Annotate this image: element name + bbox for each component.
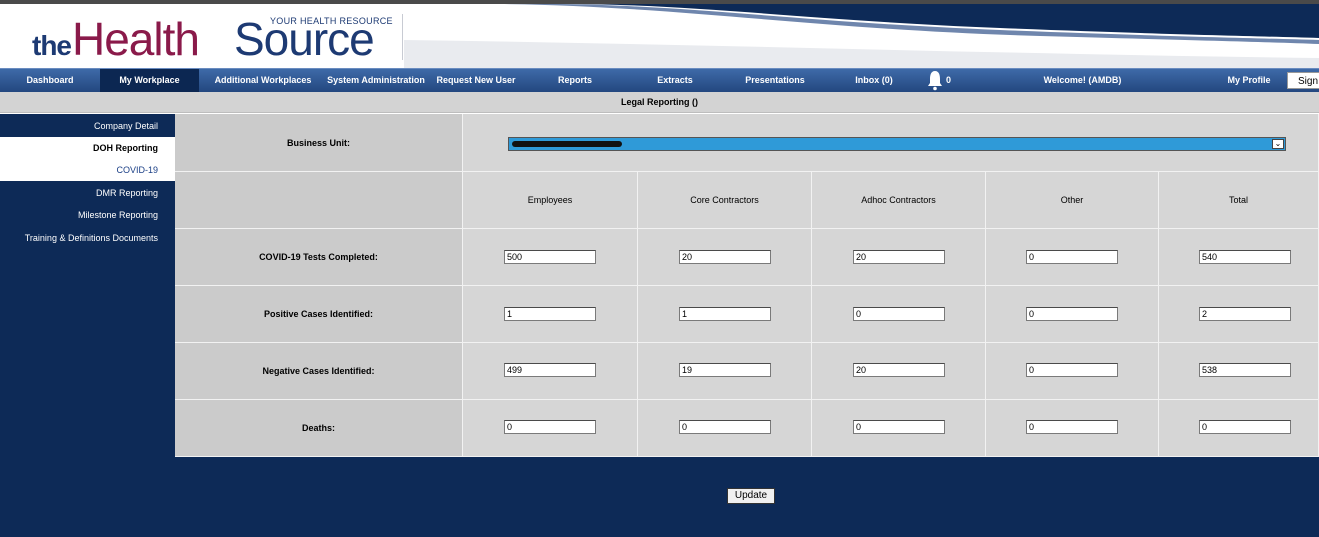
column-header-employees: Employees xyxy=(463,172,638,229)
positive-adhoc-contractors-input[interactable] xyxy=(853,307,945,321)
column-header-adhoc-contractors: Adhoc Contractors xyxy=(812,172,986,229)
positive-core-contractors-input[interactable] xyxy=(679,307,771,321)
business-unit-label: Business Unit: xyxy=(286,137,350,148)
data-cell xyxy=(463,229,638,286)
sidebar-item-covid-19[interactable]: COVID-19 xyxy=(0,159,175,181)
deaths-other-input[interactable] xyxy=(1026,420,1118,434)
data-cell xyxy=(1159,286,1319,343)
logo-prefix: the xyxy=(32,30,72,61)
deaths-total-input[interactable] xyxy=(1199,420,1291,434)
nav-presentations[interactable]: Presentations xyxy=(735,69,815,92)
tests-other-input[interactable] xyxy=(1026,250,1118,264)
data-cell xyxy=(638,286,812,343)
nav-dashboard[interactable]: Dashboard xyxy=(0,69,100,92)
nav-my-workplace[interactable]: My Workplace xyxy=(100,69,199,92)
negative-employees-input[interactable] xyxy=(504,363,596,377)
sidebar-item-dmr-reporting[interactable]: DMR Reporting xyxy=(0,182,175,204)
deaths-adhoc-contractors-input[interactable] xyxy=(853,420,945,434)
positive-total-input[interactable] xyxy=(1199,307,1291,321)
data-cell xyxy=(638,229,812,286)
data-cell xyxy=(463,400,638,457)
business-unit-select[interactable]: ⌄ xyxy=(508,137,1286,151)
logo-divider xyxy=(402,14,403,60)
row-label-deaths: Deaths: xyxy=(175,400,463,457)
deaths-employees-input[interactable] xyxy=(504,420,596,434)
sidebar: Company Detail DOH Reporting COVID-19 DM… xyxy=(0,114,175,537)
data-cell xyxy=(812,286,986,343)
nav-reports[interactable]: Reports xyxy=(540,69,610,92)
negative-total-input[interactable] xyxy=(1199,363,1291,377)
nav-additional-workplaces[interactable]: Additional Workplaces xyxy=(207,69,319,92)
logo[interactable]: the Health Source YOUR HEALTH RESOURCE xyxy=(8,8,404,66)
page-title: Legal Reporting () xyxy=(0,92,1319,113)
business-unit-label-cell: Business Unit: xyxy=(175,114,463,172)
tests-total-input[interactable] xyxy=(1199,250,1291,264)
notification-count: 0 xyxy=(946,75,952,85)
site-header: the Health Source YOUR HEALTH RESOURCE xyxy=(0,0,1319,68)
column-header-total: Total xyxy=(1159,172,1319,229)
deaths-core-contractors-input[interactable] xyxy=(679,420,771,434)
negative-adhoc-contractors-input[interactable] xyxy=(853,363,945,377)
nav-inbox[interactable]: Inbox (0) xyxy=(843,69,905,92)
data-cell xyxy=(986,400,1159,457)
form-footer: Update xyxy=(175,457,1319,537)
data-cell xyxy=(986,286,1159,343)
welcome-user: Welcome! (AMDB) xyxy=(1043,75,1122,85)
data-cell xyxy=(986,229,1159,286)
data-cell xyxy=(812,343,986,400)
sidebar-item-company-detail[interactable]: Company Detail xyxy=(0,115,175,137)
positive-other-input[interactable] xyxy=(1026,307,1118,321)
chevron-down-icon[interactable]: ⌄ xyxy=(1272,139,1284,149)
row-label-positive-cases: Positive Cases Identified: xyxy=(175,286,463,343)
column-header-other: Other xyxy=(986,172,1159,229)
header-empty-cell xyxy=(175,172,463,229)
tests-core-contractors-input[interactable] xyxy=(679,250,771,264)
logo-tagline: YOUR HEALTH RESOURCE xyxy=(270,16,393,26)
logo-word-health: Health xyxy=(72,13,200,65)
column-header-core-contractors: Core Contractors xyxy=(638,172,812,229)
nav-extracts[interactable]: Extracts xyxy=(640,69,710,92)
sidebar-item-doh-reporting[interactable]: DOH Reporting xyxy=(0,137,175,159)
data-cell xyxy=(463,286,638,343)
data-cell xyxy=(638,343,812,400)
data-cell xyxy=(1159,343,1319,400)
sign-out-button[interactable]: Sign xyxy=(1287,72,1319,89)
sidebar-item-training-definitions[interactable]: Training & Definitions Documents xyxy=(0,227,175,249)
data-cell xyxy=(812,229,986,286)
row-label-tests-completed: COVID-19 Tests Completed: xyxy=(175,229,463,286)
negative-other-input[interactable] xyxy=(1026,363,1118,377)
data-cell xyxy=(638,400,812,457)
reporting-form: Business Unit: ⌄ Employees Core Contract… xyxy=(175,114,1319,537)
positive-employees-input[interactable] xyxy=(504,307,596,321)
update-button[interactable]: Update xyxy=(727,488,775,504)
sidebar-item-milestone-reporting[interactable]: Milestone Reporting xyxy=(0,204,175,226)
main-navigation: Dashboard My Workplace Additional Workpl… xyxy=(0,68,1319,92)
negative-core-contractors-input[interactable] xyxy=(679,363,771,377)
nav-system-administration[interactable]: System Administration xyxy=(322,69,430,92)
data-cell xyxy=(986,343,1159,400)
data-cell xyxy=(463,343,638,400)
row-label-negative-cases: Negative Cases Identified: xyxy=(175,343,463,400)
app-window: the Health Source YOUR HEALTH RESOURCE D… xyxy=(0,0,1319,537)
nav-request-new-user[interactable]: Request New User xyxy=(430,69,522,92)
data-cell xyxy=(812,400,986,457)
bell-icon[interactable] xyxy=(925,69,945,92)
data-cell xyxy=(1159,400,1319,457)
data-cell xyxy=(1159,229,1319,286)
tests-adhoc-contractors-input[interactable] xyxy=(853,250,945,264)
tests-employees-input[interactable] xyxy=(504,250,596,264)
redacted-value xyxy=(512,141,622,147)
nav-my-profile[interactable]: My Profile xyxy=(1218,69,1280,92)
